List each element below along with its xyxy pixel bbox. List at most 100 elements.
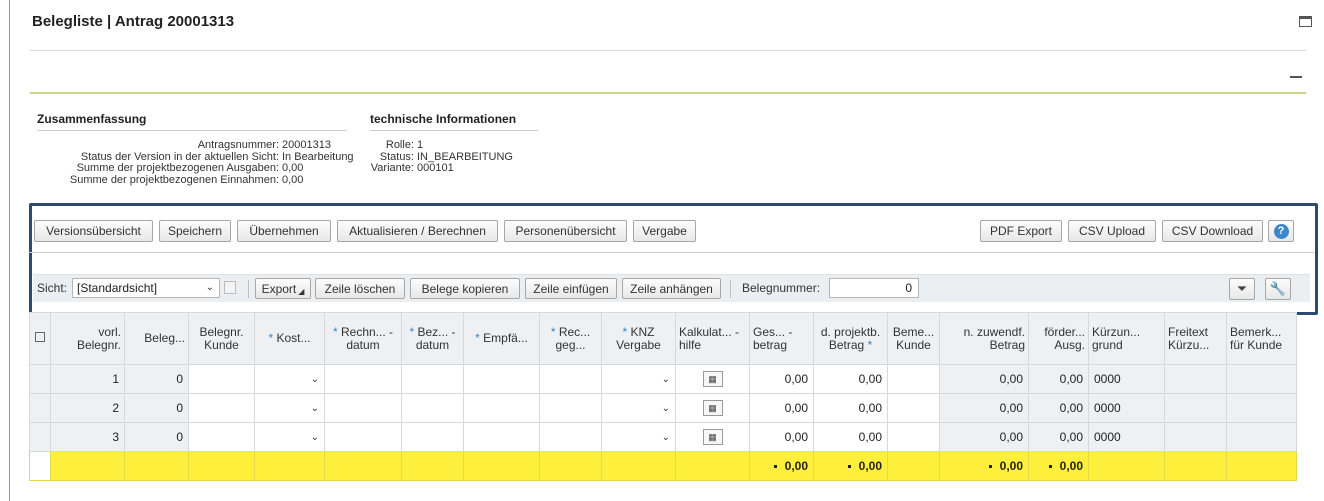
chevron-down-icon[interactable]: ⌄ <box>662 432 670 443</box>
row-selector[interactable] <box>29 364 51 394</box>
cell-belegnr-kunde[interactable] <box>188 422 255 452</box>
required-marker: * <box>550 324 559 339</box>
cell-rechnungsgegenstand[interactable] <box>539 422 602 452</box>
col-header-label: Empfä... <box>483 331 528 345</box>
csv-download-button[interactable]: CSV Download <box>1162 220 1263 242</box>
summary-value: 0,00 <box>282 173 304 186</box>
col-header[interactable]: Ges... - betrag <box>749 312 814 365</box>
cell-gesamtbetrag[interactable]: 0,00 <box>749 422 814 452</box>
chevron-down-icon[interactable]: ⌄ <box>311 403 319 414</box>
cell-empfaenger[interactable] <box>463 364 540 394</box>
cell-belegnr-kunde[interactable] <box>188 364 255 394</box>
cell-rechnungsdatum[interactable] <box>324 364 402 394</box>
col-header[interactable]: Freitext Kürzu... <box>1164 312 1227 365</box>
col-header[interactable]: * Bez... - datum <box>401 312 464 365</box>
chevron-down-icon[interactable]: ⌄ <box>311 432 319 443</box>
col-header[interactable]: vorl. Belegnr. <box>50 312 125 365</box>
filter-icon: ⏷ <box>1236 281 1248 296</box>
cell-bezahldatum[interactable] <box>401 393 464 423</box>
filter-button[interactable]: ⏷ <box>1229 278 1255 300</box>
col-header[interactable]: * Kost... <box>254 312 325 365</box>
cell-bemerkung-kunde[interactable] <box>887 422 940 452</box>
document-number-input[interactable]: 0 <box>829 278 919 298</box>
cell-bemerkung-kunde[interactable] <box>887 364 940 394</box>
required-marker: * <box>622 324 631 339</box>
delete-row-button[interactable]: Zeile löschen <box>315 278 405 299</box>
insert-row-button[interactable]: Zeile einfügen <box>525 278 617 299</box>
award-button[interactable]: Vergabe <box>633 220 696 242</box>
cell-empfaenger[interactable] <box>463 393 540 423</box>
cell-bemerkung-kunde[interactable] <box>887 393 940 423</box>
refresh-calculate-button[interactable]: Aktualisieren / Berechnen <box>337 220 498 242</box>
select-all-icon[interactable] <box>29 312 51 365</box>
col-header[interactable]: * Empfä... <box>463 312 540 365</box>
help-button[interactable]: ? <box>1268 220 1294 242</box>
col-header[interactable]: d. projektb. Betrag * <box>813 312 888 365</box>
total-value: 0,00 <box>784 459 808 473</box>
tech-label: Variante: <box>370 162 414 174</box>
cell-kalkulationshilfe[interactable]: ▦ <box>675 422 750 452</box>
calculator-icon[interactable]: ▦ <box>702 429 723 445</box>
cell-bezahldatum[interactable] <box>401 422 464 452</box>
col-header[interactable]: Beleg... <box>124 312 189 365</box>
cell-kalkulationshilfe[interactable]: ▦ <box>675 393 750 423</box>
col-header[interactable]: Beme... Kunde <box>887 312 940 365</box>
cell-projektbezogen[interactable]: 0,00 <box>813 422 888 452</box>
persons-overview-button[interactable]: Personenübersicht <box>504 220 627 242</box>
cell-belegnr-kunde[interactable] <box>188 393 255 423</box>
cell-gesamtbetrag[interactable]: 0,00 <box>749 393 814 423</box>
csv-upload-button[interactable]: CSV Upload <box>1068 220 1156 242</box>
apply-button[interactable]: Übernehmen <box>237 220 331 242</box>
totals-row: 0,00 0,00 0,00 0,00 <box>29 451 1297 481</box>
cell-knz-vergabe[interactable]: ⌄ <box>601 422 676 452</box>
chevron-down-icon[interactable]: ⌄ <box>662 374 670 385</box>
cell-knz-vergabe[interactable]: ⌄ <box>601 393 676 423</box>
view-select[interactable]: [Standardsicht] ⌄ <box>72 278 220 298</box>
col-header-label: Rec... geg... <box>555 324 591 352</box>
col-header[interactable]: Kürzun... grund <box>1088 312 1165 365</box>
cell-projektbezogen[interactable]: 0,00 <box>813 393 888 423</box>
maximize-icon[interactable] <box>1299 16 1312 27</box>
table-row: 2 0 ⌄ ⌄ ▦ 0,00 0,00 0,00 0,00 0000 <box>29 393 1297 423</box>
toolbar-separator <box>29 252 1314 253</box>
cell-kalkulationshilfe[interactable]: ▦ <box>675 364 750 394</box>
pdf-export-button[interactable]: PDF Export <box>980 220 1062 242</box>
append-row-button[interactable]: Zeile anhängen <box>622 278 721 299</box>
cell-rechnungsdatum[interactable] <box>324 393 402 423</box>
copy-documents-button[interactable]: Belege kopieren <box>410 278 520 299</box>
cell-rechnungsgegenstand[interactable] <box>539 393 602 423</box>
col-header[interactable]: Belegnr. Kunde <box>188 312 255 365</box>
col-header[interactable]: Bemerk... für Kunde <box>1226 312 1297 365</box>
cell-knz-vergabe[interactable]: ⌄ <box>601 364 676 394</box>
export-button[interactable]: Export ◢ <box>255 278 311 299</box>
calculator-icon[interactable]: ▦ <box>702 400 723 416</box>
save-button[interactable]: Speichern <box>159 220 231 242</box>
col-header[interactable]: * Rechn... - datum <box>324 312 402 365</box>
row-selector[interactable] <box>29 393 51 423</box>
versions-button[interactable]: Versionsübersicht <box>34 220 153 242</box>
cell-empfaenger[interactable] <box>463 422 540 452</box>
settings-icon: 🔧 <box>1269 281 1287 296</box>
settings-button[interactable]: 🔧 <box>1265 278 1291 300</box>
cell-kostenart[interactable]: ⌄ <box>254 364 325 394</box>
cell-rechnungsgegenstand[interactable] <box>539 364 602 394</box>
chevron-down-icon[interactable]: ⌄ <box>662 403 670 414</box>
cell-rechnungsdatum[interactable] <box>324 422 402 452</box>
col-header[interactable]: förder... Ausg. <box>1028 312 1089 365</box>
col-header[interactable]: n. zuwendf. Betrag <box>939 312 1029 365</box>
col-header[interactable]: Kalkulat... - hilfe <box>675 312 750 365</box>
cell-kostenart[interactable]: ⌄ <box>254 393 325 423</box>
col-header[interactable]: * Rec... geg... <box>539 312 602 365</box>
cell-gesamtbetrag[interactable]: 0,00 <box>749 364 814 394</box>
cell-projektbezogen[interactable]: 0,00 <box>813 364 888 394</box>
cell-bezahldatum[interactable] <box>401 364 464 394</box>
cell-kostenart[interactable]: ⌄ <box>254 422 325 452</box>
chevron-down-icon[interactable]: ⌄ <box>311 374 319 385</box>
row-selector[interactable] <box>29 422 51 452</box>
save-view-icon[interactable] <box>224 281 236 294</box>
summary-values: Antragsnummer: 20001313 Status der Versio… <box>30 139 354 186</box>
collapse-icon[interactable] <box>1290 76 1302 78</box>
toolbar-separator <box>730 280 731 298</box>
col-header[interactable]: * KNZ Vergabe <box>601 312 676 365</box>
calculator-icon[interactable]: ▦ <box>702 371 723 387</box>
